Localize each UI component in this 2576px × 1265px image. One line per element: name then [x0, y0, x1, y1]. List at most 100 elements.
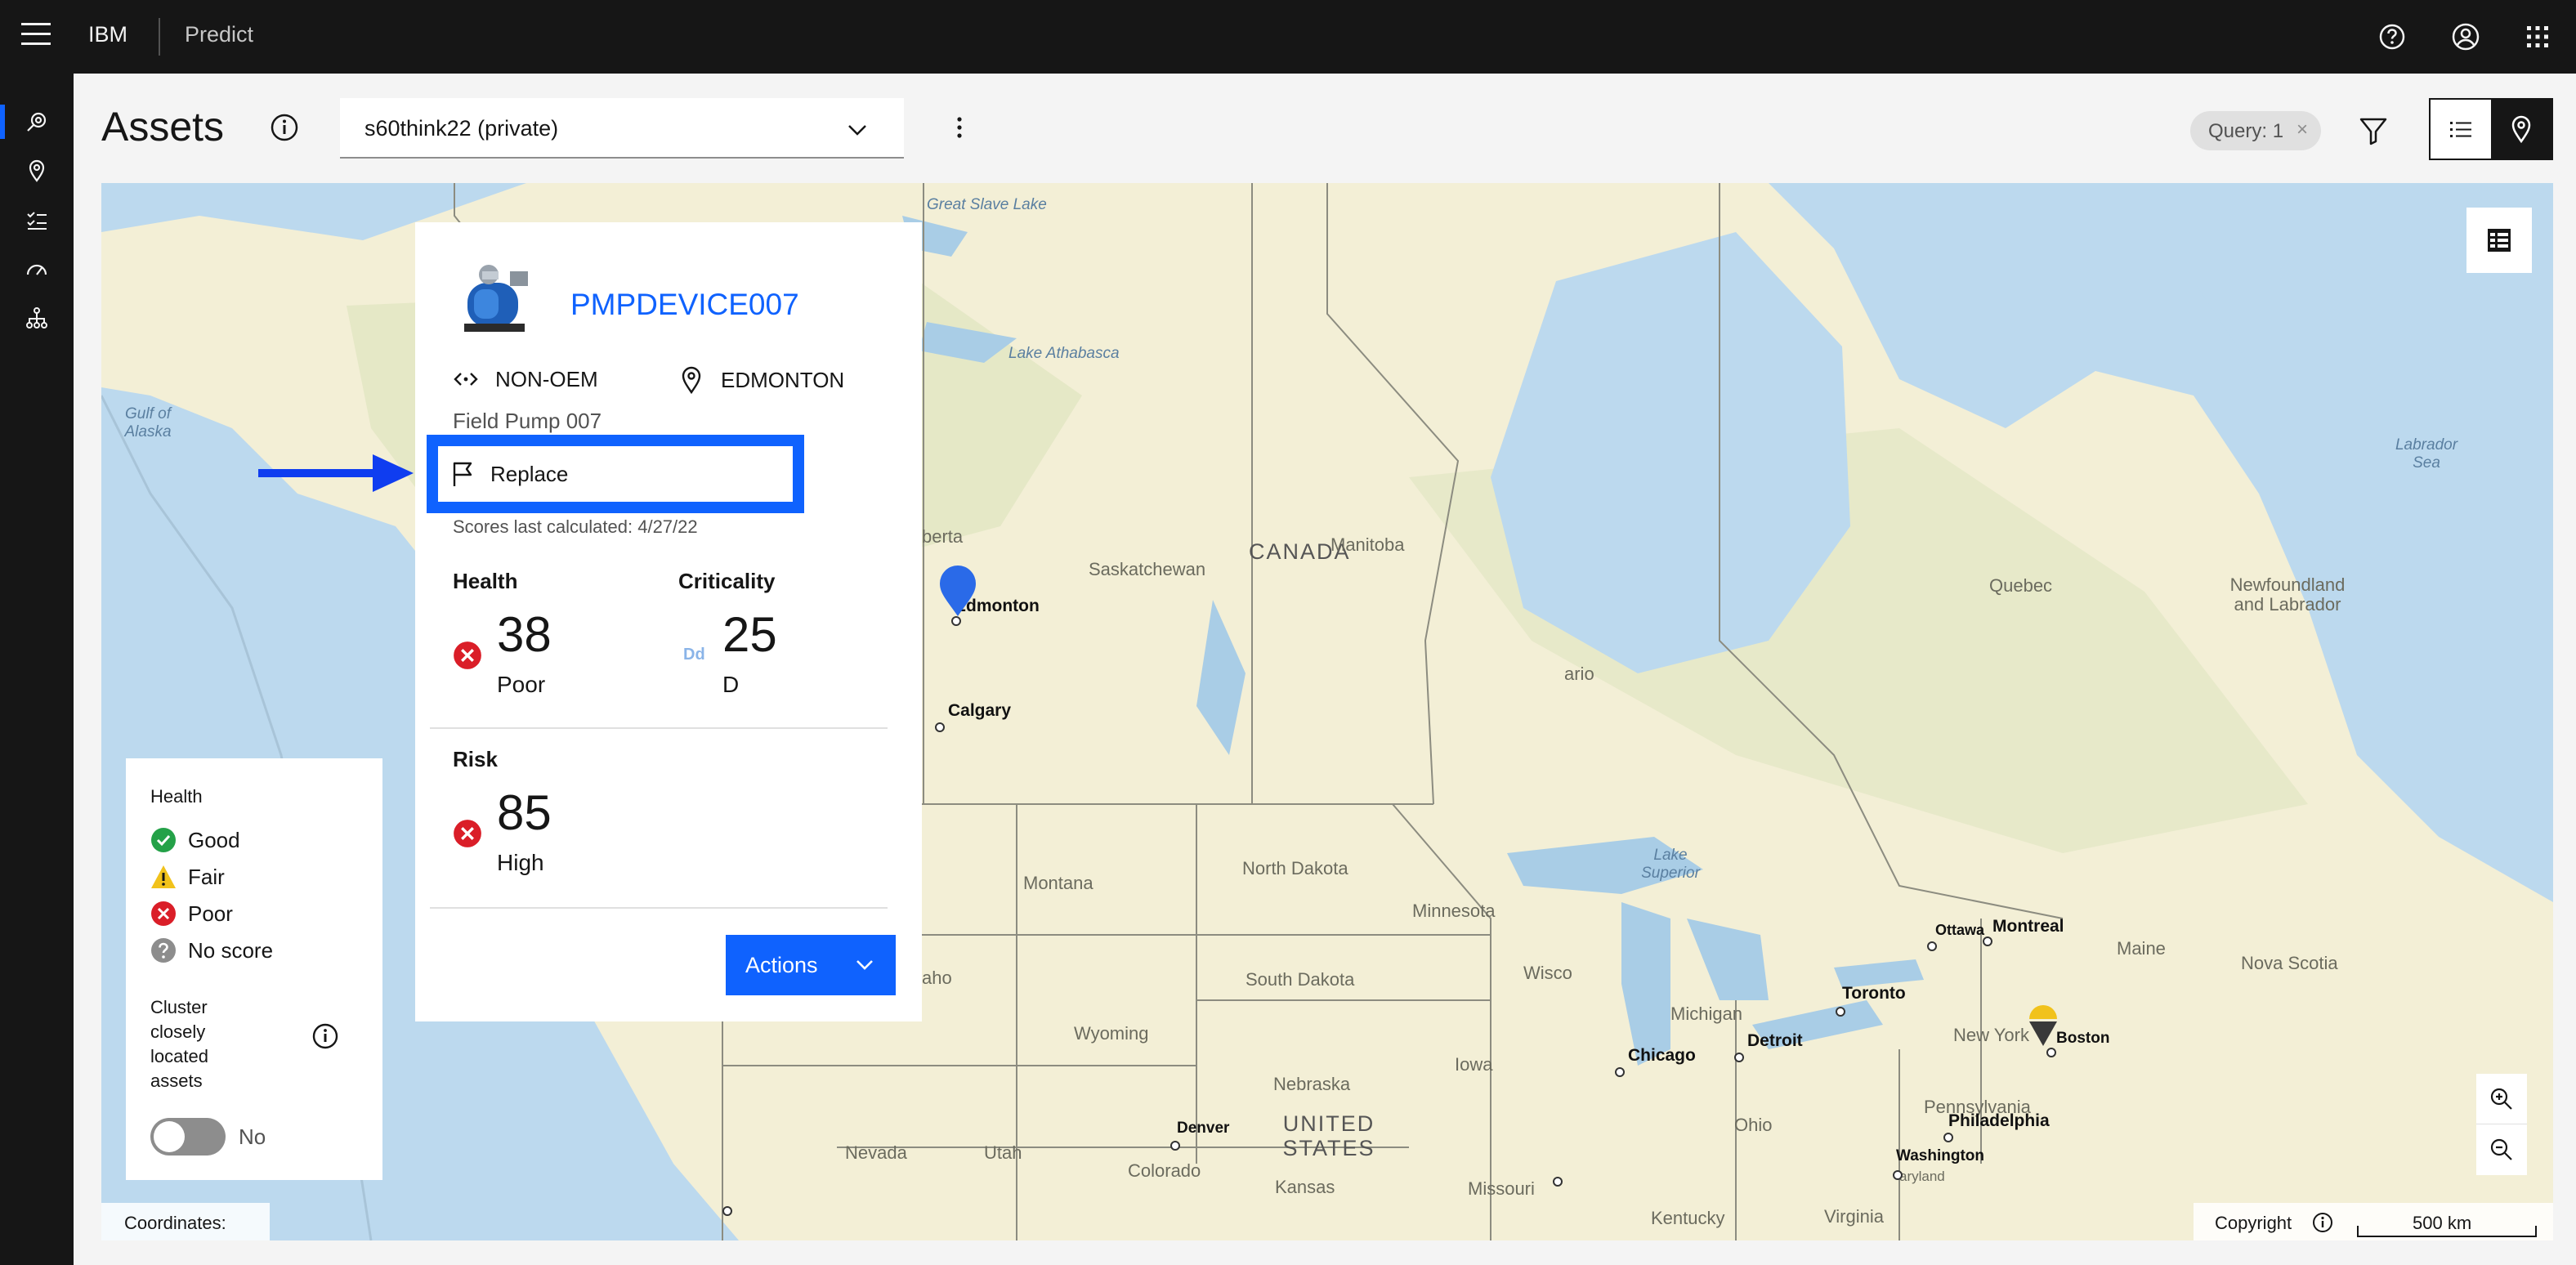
legend-item-good: Good [150, 824, 240, 856]
map-label-kansas: Kansas [1275, 1177, 1335, 1197]
asset-summary-card: PMPDEVICE007 NON-OEM EDMONTON Field Pump… [415, 222, 922, 1021]
cluster-toggle[interactable] [150, 1118, 226, 1155]
side-nav-checklist[interactable] [0, 196, 74, 244]
chevron-down-icon [856, 960, 873, 970]
zoom-in-icon [2490, 1088, 2512, 1110]
city-marker-chicago [1615, 1067, 1625, 1077]
city-label-montreal: Montreal [1992, 917, 2064, 936]
city-marker [722, 1206, 732, 1216]
map-label-ontario: ario [1564, 664, 1594, 684]
help-icon[interactable] [2373, 18, 2411, 56]
user-avatar-icon[interactable] [2447, 18, 2484, 56]
error-filled-icon [151, 901, 176, 926]
data-table-button[interactable] [2466, 208, 2532, 273]
info-icon[interactable] [311, 1021, 340, 1051]
side-nav-hierarchy[interactable] [0, 294, 74, 342]
legend-item-label: Fair [188, 864, 225, 889]
side-nav-dashboard[interactable] [0, 245, 74, 293]
asset-name-link[interactable]: PMPDEVICE007 [570, 288, 799, 322]
city-marker-montreal [1983, 936, 1992, 946]
actions-button-label: Actions [745, 953, 818, 977]
map-label-labrador-sea: Labrador Sea [2395, 436, 2458, 472]
page-title: Assets [101, 104, 225, 150]
assets-icon [27, 112, 47, 132]
checkmark-filled-icon [151, 828, 176, 852]
map-label-great-slave-lake: Great Slave Lake [927, 196, 1047, 213]
city-label-detroit: Detroit [1747, 1031, 1803, 1050]
side-nav-locations[interactable] [0, 147, 74, 194]
info-icon[interactable] [2311, 1211, 2334, 1234]
asset-pin-marker[interactable] [938, 565, 977, 618]
error-filled-icon [454, 820, 481, 847]
map-label-nevada: Nevada [845, 1142, 907, 1163]
actions-button[interactable]: Actions [726, 935, 896, 995]
map-label-south-dakota: South Dakota [1246, 969, 1355, 990]
legend-heading: Health [150, 786, 203, 807]
scores-last-calculated: Scores last calculated: 4/27/22 [453, 516, 698, 537]
map-label-utah: Utah [984, 1142, 1022, 1163]
info-icon[interactable] [268, 111, 301, 144]
city-marker-denver [1170, 1141, 1180, 1151]
legend-item-label: Good [188, 827, 240, 852]
query-tag-label: Query: 1 [2208, 120, 2284, 142]
map-label-united-states: UNITED STATES [1282, 1111, 1375, 1160]
zoom-in-button[interactable] [2476, 1074, 2527, 1124]
filter-icon[interactable] [2354, 111, 2393, 150]
map-label-north-dakota: North Dakota [1242, 858, 1348, 878]
map-label-michigan: Michigan [1670, 1004, 1743, 1024]
code-icon [454, 373, 478, 386]
map-attribution: Copyright 500 km [2194, 1203, 2553, 1240]
hierarchy-icon [26, 307, 47, 329]
map-label-wyoming: Wyoming [1074, 1023, 1149, 1044]
location-icon [682, 366, 701, 394]
legend-item-poor: Poor [150, 897, 233, 930]
city-label-calgary: Calgary [948, 701, 1012, 720]
asset-cluster-marker[interactable] [2027, 1004, 2059, 1053]
map-label-missouri: Missouri [1468, 1178, 1535, 1199]
overflow-menu-icon[interactable] [943, 111, 976, 144]
chevron-down-icon [848, 125, 866, 136]
app-switcher-icon[interactable] [2519, 18, 2556, 56]
query-filter-tag[interactable]: Query: 1 × [2190, 111, 2321, 150]
map-label-newfoundland: Newfoundland and Labrador [2229, 574, 2346, 615]
legend-item-fair: Fair [150, 860, 225, 893]
city-label-denver: Denver [1177, 1120, 1230, 1137]
organization-dropdown-value: s60think22 (private) [364, 116, 559, 141]
brand-logo[interactable]: IBM [88, 22, 127, 47]
recommended-action[interactable]: Replace [436, 445, 794, 503]
risk-score: 85 [497, 785, 552, 840]
organization-dropdown[interactable]: s60think22 (private) [340, 98, 904, 159]
map-label-maine: Maine [2117, 938, 2166, 959]
criticality-grade-icon: Dd [683, 646, 705, 664]
health-heading: Health [453, 569, 518, 593]
coordinates-readout: Coordinates: [101, 1203, 270, 1240]
asset-site-label: EDMONTON [721, 367, 845, 392]
map-label-maryland: aryland [1899, 1169, 1945, 1184]
risk-rating: High [497, 850, 544, 875]
map-label-alberta: berta [922, 526, 964, 547]
map-label-quebec: Quebec [1989, 575, 2053, 596]
menu-icon[interactable] [21, 23, 51, 47]
map-label-lake-superior: Lake Superior [1641, 847, 1700, 882]
scale-bar-label: 500 km [2413, 1213, 2472, 1233]
list-icon [2450, 122, 2471, 137]
criticality-score: 25 [722, 607, 777, 662]
header-divider [159, 18, 160, 56]
close-icon[interactable]: × [2296, 118, 2308, 141]
map-label-wisconsin: Wisco [1523, 963, 1572, 983]
map-label-nova-scotia: Nova Scotia [2241, 953, 2338, 973]
left-side-nav [0, 74, 74, 1265]
copyright-label: Copyright [2215, 1213, 2292, 1233]
map-view-button[interactable] [2491, 100, 2551, 159]
city-marker-ottawa [1927, 941, 1937, 951]
checklist-icon [27, 212, 47, 230]
list-view-button[interactable] [2431, 100, 2491, 159]
zoom-out-button[interactable] [2476, 1124, 2527, 1175]
city-label-chicago: Chicago [1628, 1046, 1696, 1065]
annotation-arrow-icon [258, 454, 414, 492]
map-label-minnesota: Minnesota [1412, 901, 1496, 921]
recommended-action-highlight: Replace [427, 435, 804, 513]
map-label-manitoba: Manitoba [1330, 534, 1405, 555]
side-nav-assets[interactable] [0, 98, 74, 145]
product-name[interactable]: Predict [185, 22, 253, 47]
